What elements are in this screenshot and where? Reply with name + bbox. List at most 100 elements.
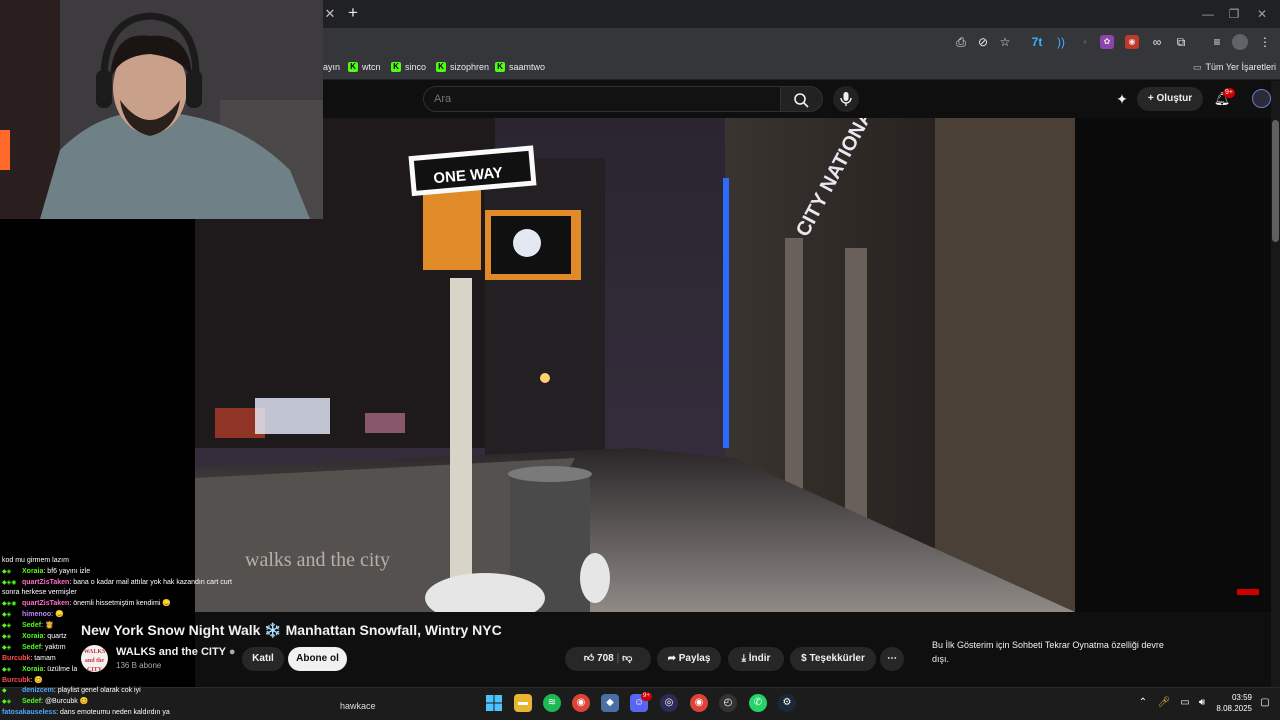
sound-extension-icon[interactable]: )): [1052, 33, 1070, 51]
badge-icon: ◆◈: [2, 612, 12, 618]
minimize-window-icon[interactable]: —: [1196, 4, 1220, 24]
microphone-icon: [840, 92, 852, 106]
kick-icon: K: [495, 62, 505, 72]
chrome-profile-icon[interactable]: ◉: [690, 694, 708, 712]
clock-app-icon[interactable]: ◴: [719, 694, 737, 712]
scrollbar-thumb[interactable]: [1272, 120, 1279, 242]
windows-logo-icon: [486, 695, 502, 711]
badge-icon: ◆◈: [2, 667, 12, 673]
gaming-icon[interactable]: ✦: [1113, 90, 1131, 108]
badge-icon: ◆◈: [2, 645, 12, 651]
bookmark-item[interactable]: Ksinco: [391, 59, 426, 75]
bookmark-star-icon[interactable]: ☆: [996, 33, 1014, 51]
eye-off-icon[interactable]: ⊘: [974, 33, 992, 51]
mini-logo-icon: [1237, 589, 1259, 595]
windows-start-icon[interactable]: [485, 694, 503, 712]
app-icon[interactable]: ◆: [601, 694, 619, 712]
subscribe-button[interactable]: Abone ol: [288, 647, 347, 671]
badge-icon: ◆◈: [2, 569, 12, 575]
badge-icon: ◆◈◉: [2, 601, 17, 607]
extension-icon[interactable]: •: [1076, 33, 1094, 51]
share-button[interactable]: ➦ Paylaş: [657, 647, 721, 671]
reading-list-icon[interactable]: ≡: [1208, 33, 1226, 51]
kick-icon: K: [348, 62, 358, 72]
bookmark-item[interactable]: ayın: [323, 59, 340, 75]
notification-badge: 9+: [1223, 88, 1235, 98]
bookmark-item[interactable]: Ksizophren: [436, 59, 489, 75]
restore-window-icon[interactable]: ❐: [1222, 4, 1246, 24]
badge-icon: ◆◈: [2, 699, 12, 705]
clock-time: 03:59: [1231, 693, 1252, 702]
all-bookmarks-folder[interactable]: ▭ Tüm Yer İşaretleri: [1193, 59, 1276, 75]
file-explorer-icon[interactable]: ▬: [514, 694, 532, 712]
chat-message: Burcubk: 😊: [2, 677, 44, 684]
video-frame: CITY NATIONAL ONE WAY walks and the city: [195, 118, 1075, 612]
chat-message: ◆◈ himenoo: 😞: [2, 611, 64, 618]
video-side-area: [1075, 118, 1271, 612]
kick-icon: K: [436, 62, 446, 72]
close-window-icon[interactable]: ✕: [1250, 4, 1274, 24]
kick-icon: K: [391, 62, 401, 72]
discord-badge: 9+: [641, 692, 652, 701]
chrome-icon[interactable]: ◉: [572, 694, 590, 712]
user-avatar[interactable]: [1252, 89, 1271, 108]
chat-message: ◆◈◉ quartZisTaken: bana o kadar mail attı…: [2, 579, 232, 586]
extensions-puzzle-icon[interactable]: ⧉: [1172, 33, 1190, 51]
obs-icon[interactable]: ◎: [660, 694, 678, 712]
channel-name[interactable]: WALKS and the CITY ●: [116, 646, 236, 658]
steam-icon[interactable]: ⚙: [778, 694, 796, 712]
search-button[interactable]: [781, 86, 823, 112]
chat-message: sonra herkese vermişler: [2, 589, 77, 596]
browser-menu-icon[interactable]: ⋮: [1256, 33, 1274, 51]
download-button[interactable]: ⤓ İndir: [728, 647, 784, 671]
close-tab-icon[interactable]: ✕: [320, 4, 340, 24]
search-input[interactable]: [434, 90, 734, 108]
search-icon: [794, 93, 809, 108]
join-button[interactable]: Katıl: [242, 647, 284, 671]
folder-icon: ▭: [1193, 62, 1202, 72]
volume-icon[interactable]: 🔊︎: [1193, 694, 1211, 712]
chat-message: ◆◈ Sedef: @Burcubk 😊: [2, 698, 89, 705]
translate-extension-icon[interactable]: 7t: [1028, 33, 1046, 51]
channel-avatar[interactable]: WALKS and the CITY: [81, 645, 108, 673]
chat-message: ◆◈◉ quartZisTaken: önemli hissetmiştim ke…: [2, 600, 172, 607]
taskbar-clock[interactable]: 03:59 8.08.2025: [1212, 692, 1252, 714]
network-icon[interactable]: ▭: [1176, 694, 1194, 712]
more-actions-icon[interactable]: ⋯: [880, 647, 904, 671]
microphone-tray-icon[interactable]: 🎤︎: [1155, 694, 1173, 712]
voice-search-button[interactable]: [833, 86, 859, 112]
channel-watermark: walks and the city: [245, 549, 390, 571]
badge-icon: ◆◈: [2, 623, 12, 629]
chat-message: kod mu girmem lazım: [2, 557, 69, 564]
like-count[interactable]: 708: [597, 653, 614, 664]
bookmark-item[interactable]: Kwtcn: [348, 59, 381, 75]
plus-icon: +: [1147, 93, 1157, 104]
chat-message: ◆◈ Xoraia: bf6 yayını izle: [2, 568, 91, 575]
badge-icon: ◆◈◉: [2, 580, 17, 586]
badge-icon: ◆◈: [2, 634, 12, 640]
video-player[interactable]: CITY NATIONAL ONE WAY walks and the city: [195, 118, 1075, 612]
tray-chevron-icon[interactable]: ⌃: [1134, 694, 1152, 712]
thanks-button[interactable]: $ Teşekkürler: [790, 647, 876, 671]
chat-message: ◆ denizcem: playlist genel olarak cok iyi: [2, 687, 141, 694]
webcam-overlay: [0, 0, 323, 219]
create-button[interactable]: + Oluştur: [1137, 87, 1203, 111]
install-app-icon[interactable]: ⎙: [952, 33, 970, 51]
notification-center-icon[interactable]: ▢: [1256, 694, 1274, 712]
purple-extension-icon[interactable]: ✿: [1100, 35, 1114, 49]
whatsapp-icon[interactable]: ✆: [749, 694, 767, 712]
glasses-extension-icon[interactable]: ∞: [1148, 33, 1166, 51]
thumbs-down-icon[interactable]: 👎︎: [622, 653, 632, 664]
taskbar-search-text[interactable]: hawkace: [340, 701, 376, 711]
spotify-icon[interactable]: ≋: [543, 694, 561, 712]
subscriber-count: 136 B abone: [116, 661, 162, 670]
thumbs-up-icon[interactable]: 👍︎: [584, 653, 594, 664]
new-tab-button[interactable]: +: [343, 3, 363, 23]
profile-avatar[interactable]: [1232, 34, 1248, 50]
like-dislike-group: 👍︎ 708 | 👎︎: [565, 647, 651, 671]
badge-icon: ◆: [2, 688, 7, 694]
create-label: Oluştur: [1156, 93, 1193, 104]
bookmark-item[interactable]: Ksaamtwo: [495, 59, 545, 75]
red-extension-icon[interactable]: ◉: [1125, 35, 1139, 49]
clock-date: 8.08.2025: [1216, 704, 1252, 713]
